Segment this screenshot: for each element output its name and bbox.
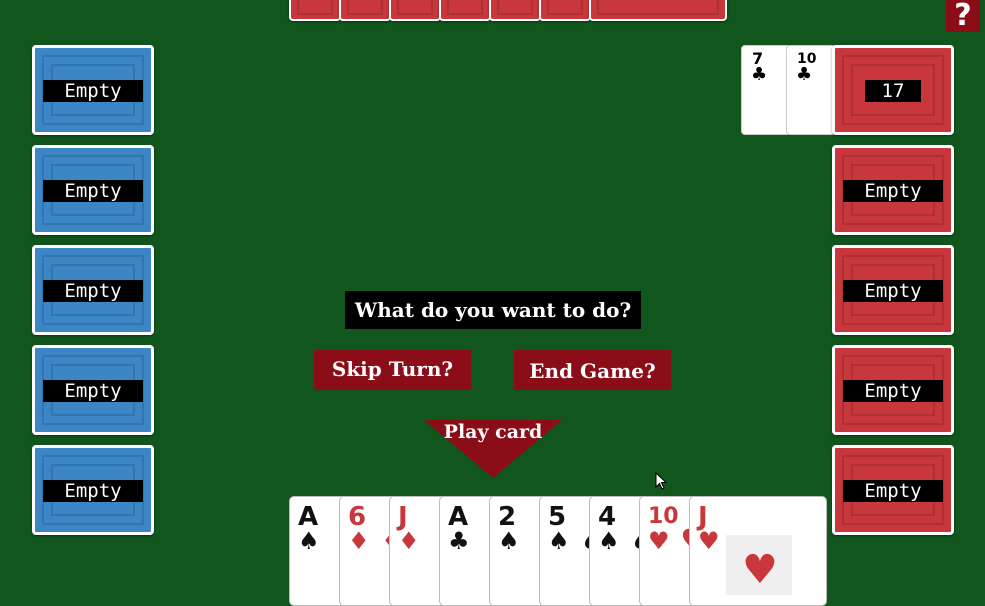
diamond-icon: ♦ bbox=[348, 527, 370, 555]
pile-label: Empty bbox=[43, 380, 143, 402]
heart-icon: ♥ bbox=[648, 527, 670, 555]
spade-icon: ♠ bbox=[298, 527, 320, 555]
opponent-card bbox=[489, 0, 541, 21]
opponent-card bbox=[389, 0, 441, 21]
skip-turn-button[interactable]: Skip Turn? bbox=[314, 350, 471, 390]
club-icon: ♣ bbox=[751, 64, 768, 85]
pile-label: Empty bbox=[843, 180, 943, 202]
right-pile-4[interactable]: Empty bbox=[832, 345, 954, 435]
left-pile-1[interactable]: Empty bbox=[32, 45, 154, 135]
action-prompt: What do you want to do? bbox=[345, 291, 641, 329]
opponent-card bbox=[539, 0, 591, 21]
face-up-card: 10 ♣ bbox=[786, 45, 836, 135]
pile-label: Empty bbox=[43, 80, 143, 102]
spade-icon: ♠ bbox=[598, 527, 620, 555]
left-pile-2[interactable]: Empty bbox=[32, 145, 154, 235]
end-game-button[interactable]: End Game? bbox=[514, 350, 671, 390]
heart-icon: ♥ bbox=[698, 527, 720, 555]
left-pile-3[interactable]: Empty bbox=[32, 245, 154, 335]
opponent-card bbox=[339, 0, 391, 21]
play-card-button[interactable]: Play card bbox=[424, 420, 562, 478]
opponent-card bbox=[289, 0, 341, 21]
right-pile-5[interactable]: Empty bbox=[832, 445, 954, 535]
pile-label: Empty bbox=[843, 380, 943, 402]
face-up-card: 7 ♣ bbox=[741, 45, 791, 135]
pile-count: 17 bbox=[865, 80, 921, 102]
help-button[interactable]: ? bbox=[946, 0, 980, 32]
left-pile-5[interactable]: Empty bbox=[32, 445, 154, 535]
left-pile-4[interactable]: Empty bbox=[32, 345, 154, 435]
spade-icon: ♠ bbox=[498, 527, 520, 555]
mouse-cursor-icon bbox=[655, 472, 667, 490]
right-pile-3[interactable]: Empty bbox=[832, 245, 954, 335]
pile-label: Empty bbox=[843, 280, 943, 302]
pile-label: Empty bbox=[43, 280, 143, 302]
right-pile-2[interactable]: Empty bbox=[832, 145, 954, 235]
jack-face-image bbox=[726, 535, 792, 595]
club-icon: ♣ bbox=[448, 527, 470, 555]
play-card-label: Play card bbox=[443, 421, 543, 443]
pile-label: Empty bbox=[43, 480, 143, 502]
spade-icon: ♠ bbox=[548, 527, 570, 555]
club-icon: ♣ bbox=[796, 64, 813, 85]
pile-label: Empty bbox=[43, 180, 143, 202]
opponent-card bbox=[439, 0, 491, 21]
pile-label: Empty bbox=[843, 480, 943, 502]
diamond-icon: ♦ bbox=[398, 527, 420, 555]
hand-card[interactable]: J ♥ bbox=[689, 496, 827, 606]
draw-pile[interactable]: 17 bbox=[832, 45, 954, 135]
opponent-card bbox=[589, 0, 727, 21]
